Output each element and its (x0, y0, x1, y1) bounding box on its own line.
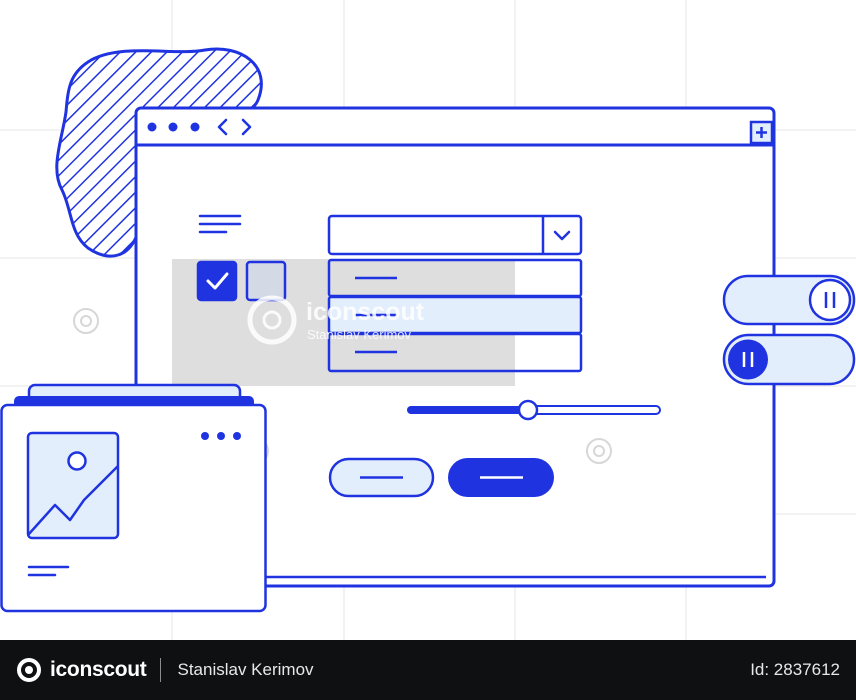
image-card (0, 383, 267, 613)
checkbox-checked[interactable] (196, 260, 238, 302)
slider-thumb[interactable] (517, 399, 539, 421)
watermark-brand: iconscout (306, 298, 425, 326)
primary-button[interactable] (448, 458, 554, 497)
card-dot-icon (233, 432, 241, 440)
image-icon (26, 431, 120, 540)
watermark-author: Stanislav Kerimov (307, 327, 412, 342)
window-dot-icon (190, 122, 200, 132)
card-dot-icon (201, 432, 209, 440)
card-dot-icon (217, 432, 225, 440)
footer-brand[interactable]: iconscout (16, 657, 147, 683)
secondary-button[interactable] (328, 457, 435, 498)
toggle-on[interactable] (722, 333, 856, 386)
illustration: iconscout Stanislav Kerimov (0, 0, 856, 640)
checkbox-unchecked[interactable] (245, 260, 287, 302)
footer-divider (160, 658, 162, 682)
window-dot-icon (168, 122, 178, 132)
toggle-off[interactable] (722, 274, 856, 326)
footer-bar: iconscout Stanislav Kerimov Id: 2837612 (0, 640, 856, 700)
iconscout-logo-icon (17, 658, 41, 682)
window-dot-icon (147, 122, 157, 132)
footer-brand-label: iconscout (50, 658, 147, 681)
footer-image-id: Id: 2837612 (750, 660, 840, 679)
footer-author[interactable]: Stanislav Kerimov (177, 660, 313, 680)
